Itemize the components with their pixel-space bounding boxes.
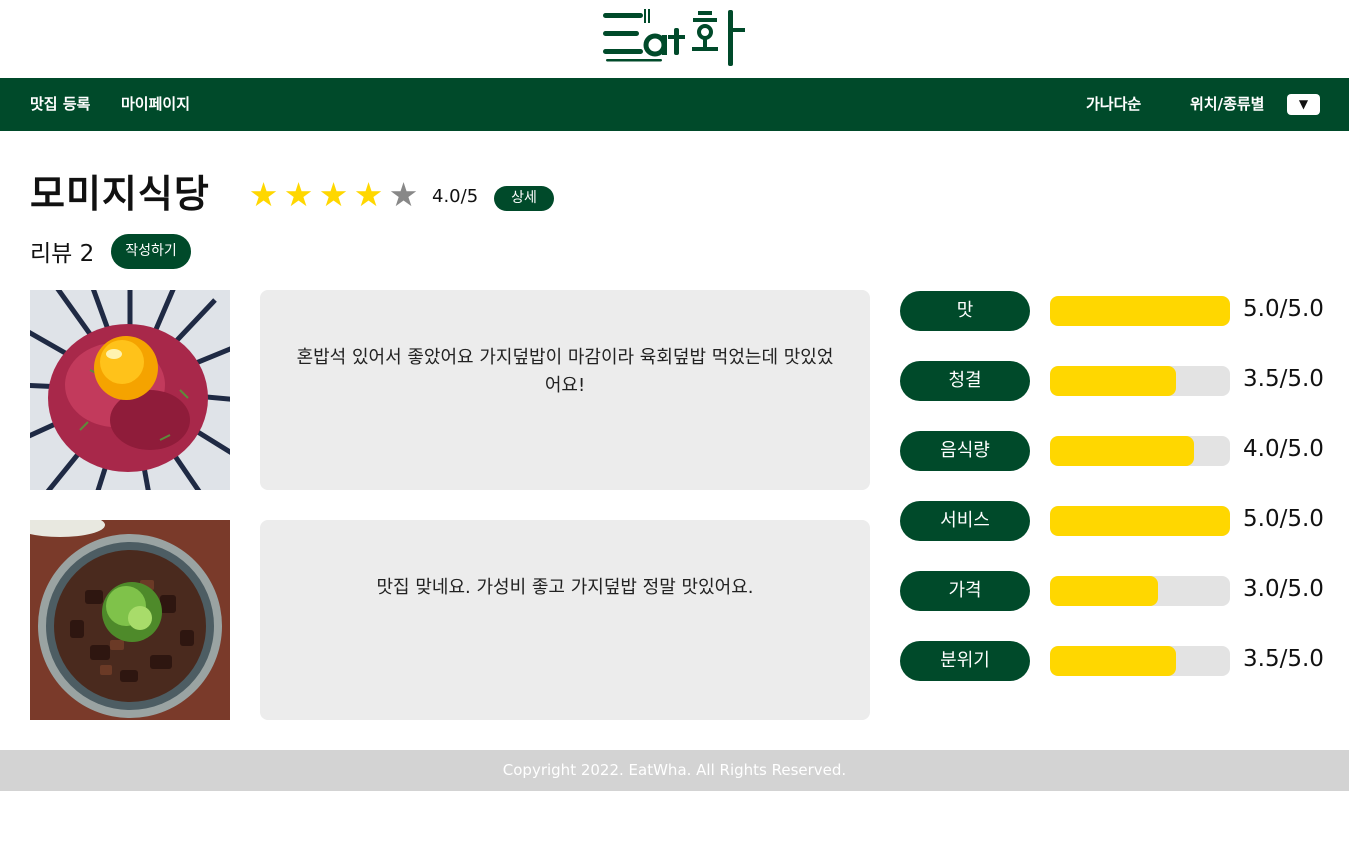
copyright-text: Copyright 2022. EatWha. All Rights Reser… <box>502 761 847 779</box>
sort-dropdown-button[interactable]: ▼ <box>1287 94 1320 115</box>
star-icon: ★ <box>283 175 314 214</box>
rating-bar-track <box>1050 436 1230 466</box>
rating-bar-fill <box>1050 576 1158 606</box>
footer: Copyright 2022. EatWha. All Rights Reser… <box>0 750 1349 791</box>
sort-location-type[interactable]: 위치/종류별 <box>1190 78 1264 131</box>
rating-bar-track <box>1050 646 1230 676</box>
category-score: 3.0/5.0 <box>1243 576 1324 602</box>
review-photo-yukhoe <box>30 290 230 490</box>
detail-button[interactable]: 상세 <box>494 186 554 211</box>
review-card: 맛집 맞네요. 가성비 좋고 가지덮밥 정말 맛있어요. <box>260 520 870 720</box>
restaurant-name: 모미지식당 <box>30 172 210 216</box>
rating-bar-fill <box>1050 296 1230 326</box>
logo-graphic <box>603 9 745 66</box>
nav-register-restaurant[interactable]: 맛집 등록 <box>30 78 90 131</box>
category-score: 3.5/5.0 <box>1243 366 1324 392</box>
category-atmosphere-button[interactable]: 분위기 <box>900 641 1030 681</box>
rating-bar-track <box>1050 366 1230 396</box>
category-price-button[interactable]: 가격 <box>900 571 1030 611</box>
eatwha-logo[interactable] <box>600 4 750 70</box>
category-taste-button[interactable]: 맛 <box>900 291 1030 331</box>
review-count: 리뷰 2 <box>30 241 95 267</box>
category-cleanliness-button[interactable]: 청결 <box>900 361 1030 401</box>
rating-bar-track <box>1050 506 1230 536</box>
rating-bar-track <box>1050 296 1230 326</box>
rating-bar-fill <box>1050 646 1176 676</box>
rating-value: 4.0/5 <box>432 186 479 207</box>
rating-bar-fill <box>1050 436 1194 466</box>
nav-bar: 맛집 등록 마이페이지 가나다순 위치/종류별 ▼ <box>0 78 1349 131</box>
rating-bar-fill <box>1050 366 1176 396</box>
star-rating: ★ ★ ★ ★ ★ <box>246 175 421 215</box>
category-score: 3.5/5.0 <box>1243 646 1324 672</box>
review-text: 맛집 맞네요. 가성비 좋고 가지덮밥 정말 맛있어요. <box>376 577 754 598</box>
category-service-button[interactable]: 서비스 <box>900 501 1030 541</box>
star-icon: ★ <box>248 175 279 214</box>
star-icon: ★ <box>318 175 349 214</box>
review-text: 혼밥석 있어서 좋았어요 가지덮밥이 마감이라 육회덮밥 먹었는데 맛있었어요! <box>296 347 834 396</box>
category-score: 5.0/5.0 <box>1243 506 1324 532</box>
category-score: 5.0/5.0 <box>1243 296 1324 322</box>
category-portion-button[interactable]: 음식량 <box>900 431 1030 471</box>
star-icon: ★ <box>388 175 419 214</box>
rating-bar-fill <box>1050 506 1230 536</box>
nav-mypage[interactable]: 마이페이지 <box>121 78 190 131</box>
category-score: 4.0/5.0 <box>1243 436 1324 462</box>
sort-alphabetical[interactable]: 가나다순 <box>1086 78 1141 131</box>
rating-bar-track <box>1050 576 1230 606</box>
star-icon: ★ <box>353 175 384 214</box>
review-photo-eggplant-don <box>30 520 230 720</box>
review-card: 혼밥석 있어서 좋았어요 가지덮밥이 마감이라 육회덮밥 먹었는데 맛있었어요! <box>260 290 870 490</box>
write-review-button[interactable]: 작성하기 <box>111 234 191 269</box>
